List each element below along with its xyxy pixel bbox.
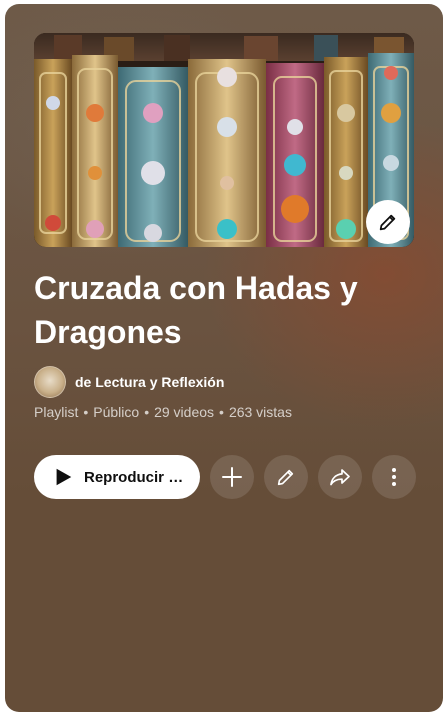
- more-vertical-icon: [392, 468, 396, 486]
- meta-separator: •: [83, 404, 89, 420]
- owner-avatar[interactable]: [34, 366, 66, 398]
- playlist-type: Playlist: [34, 404, 79, 420]
- edit-thumbnail-button[interactable]: [366, 200, 410, 244]
- playlist-title: Cruzada con Hadas y Dragones: [34, 270, 358, 350]
- view-count: 263 vistas: [228, 404, 292, 420]
- play-icon: [56, 468, 72, 486]
- playlist-visibility: Público: [93, 404, 140, 420]
- meta-separator: •: [219, 404, 224, 420]
- edit-playlist-button[interactable]: [264, 455, 308, 499]
- playlist-meta: Playlist • Público • 29 videos • 263 vis…: [34, 404, 292, 420]
- more-actions-button[interactable]: [372, 455, 416, 499]
- add-to-library-button[interactable]: [210, 455, 254, 499]
- meta-separator: •: [144, 404, 150, 420]
- plus-icon: [222, 467, 242, 487]
- playlist-thumbnail[interactable]: [34, 33, 414, 247]
- playlist-header-card: Cruzada con Hadas y Dragones de Lectura …: [5, 4, 443, 712]
- video-count: 29 videos: [154, 404, 215, 420]
- play-all-label: Reproducir todo: [84, 468, 184, 486]
- pencil-icon: [379, 214, 396, 231]
- share-button[interactable]: [318, 455, 362, 499]
- playlist-actions: Reproducir todo: [34, 455, 416, 499]
- share-icon: [330, 469, 350, 486]
- playlist-owner[interactable]: de Lectura y Reflexión: [34, 366, 224, 398]
- book-spines-image: [34, 33, 414, 247]
- play-all-button[interactable]: Reproducir todo: [34, 455, 200, 499]
- pencil-icon: [277, 469, 294, 486]
- owner-name[interactable]: de Lectura y Reflexión: [75, 374, 224, 390]
